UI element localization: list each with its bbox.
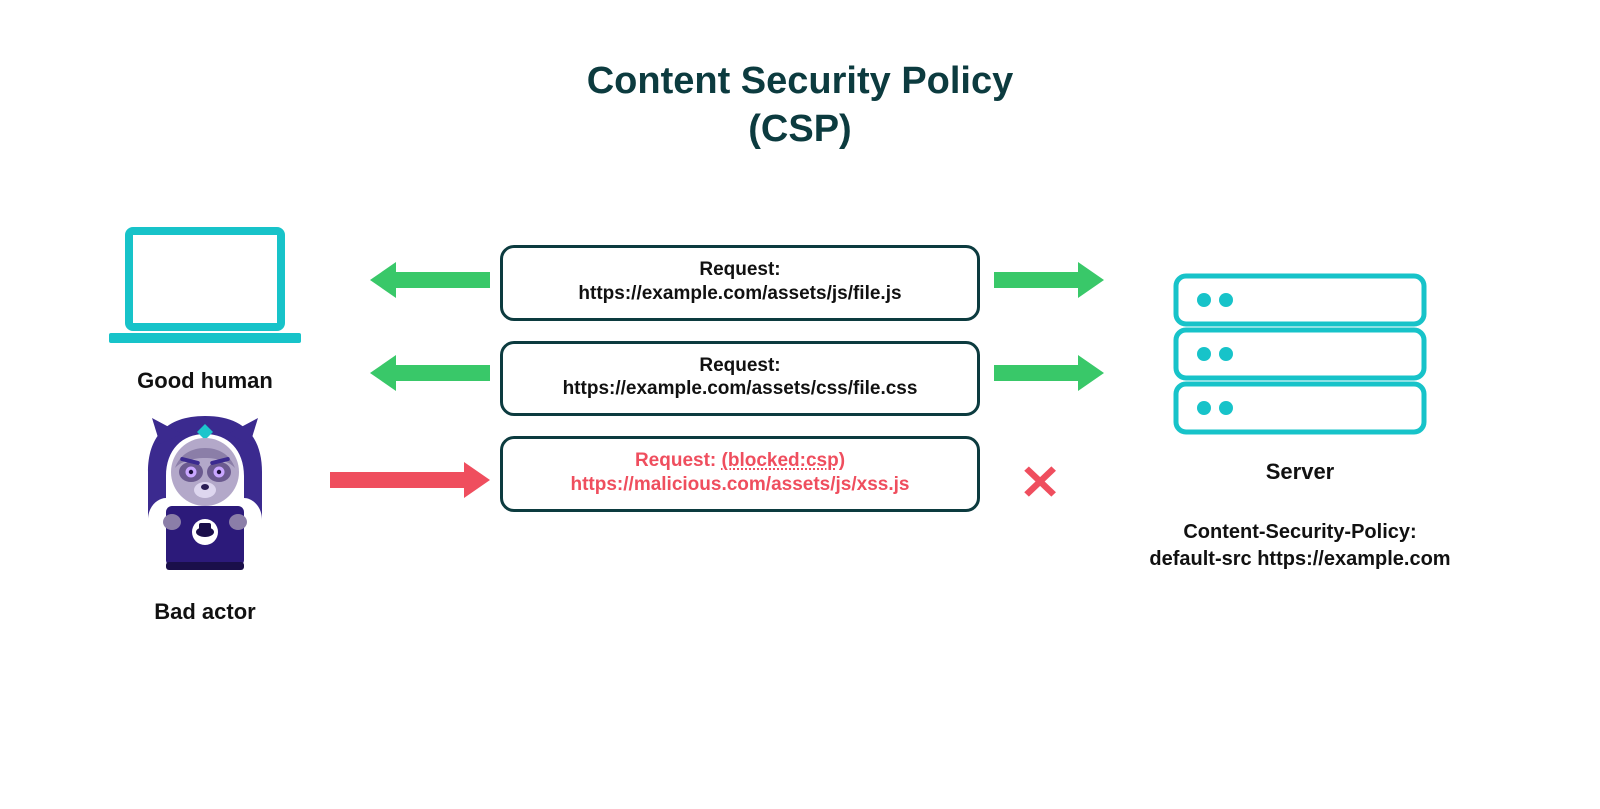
good-human-block: Good human: [100, 225, 310, 394]
csp-line-2: default-src https://example.com: [1110, 546, 1490, 573]
request-box-blocked: Request: (blocked:csp) https://malicious…: [500, 436, 980, 512]
title-line-1: Content Security Policy: [0, 58, 1600, 106]
requests-column: Request: https://example.com/assets/js/f…: [500, 245, 980, 532]
csp-header-text: Content-Security-Policy: default-src htt…: [1110, 519, 1490, 573]
laptop-icon: [105, 225, 305, 345]
blocked-x-icon: ✕: [1019, 460, 1061, 508]
diagram-title: Content Security Policy (CSP): [0, 58, 1600, 153]
request-url: https://example.com/assets/css/file.css: [515, 377, 965, 401]
server-label: Server: [1110, 459, 1490, 485]
server-block: Server Content-Security-Policy: default-…: [1110, 270, 1490, 573]
bad-actor-block: Bad actor: [100, 410, 310, 625]
bad-actor-label: Bad actor: [100, 599, 310, 625]
arrow-left-row1: [370, 260, 490, 300]
csp-line-1: Content-Security-Policy:: [1110, 519, 1490, 546]
arrow-right-row3-from-bad-actor: [330, 460, 490, 500]
request-url: https://malicious.com/assets/js/xss.js: [515, 473, 965, 497]
good-human-label: Good human: [100, 368, 310, 394]
arrow-left-row2: [370, 353, 490, 393]
request-url: https://example.com/assets/js/file.js: [515, 282, 965, 306]
arrow-right-row1: [994, 260, 1104, 300]
server-icon: [1170, 270, 1430, 440]
request-label: Request: (blocked:csp): [515, 449, 965, 473]
request-box-js: Request: https://example.com/assets/js/f…: [500, 245, 980, 321]
title-line-2: (CSP): [0, 106, 1600, 154]
bad-actor-icon: [130, 410, 280, 580]
request-box-css: Request: https://example.com/assets/css/…: [500, 341, 980, 417]
request-label: Request:: [515, 258, 965, 282]
request-label: Request:: [515, 354, 965, 378]
arrow-right-row2: [994, 353, 1104, 393]
